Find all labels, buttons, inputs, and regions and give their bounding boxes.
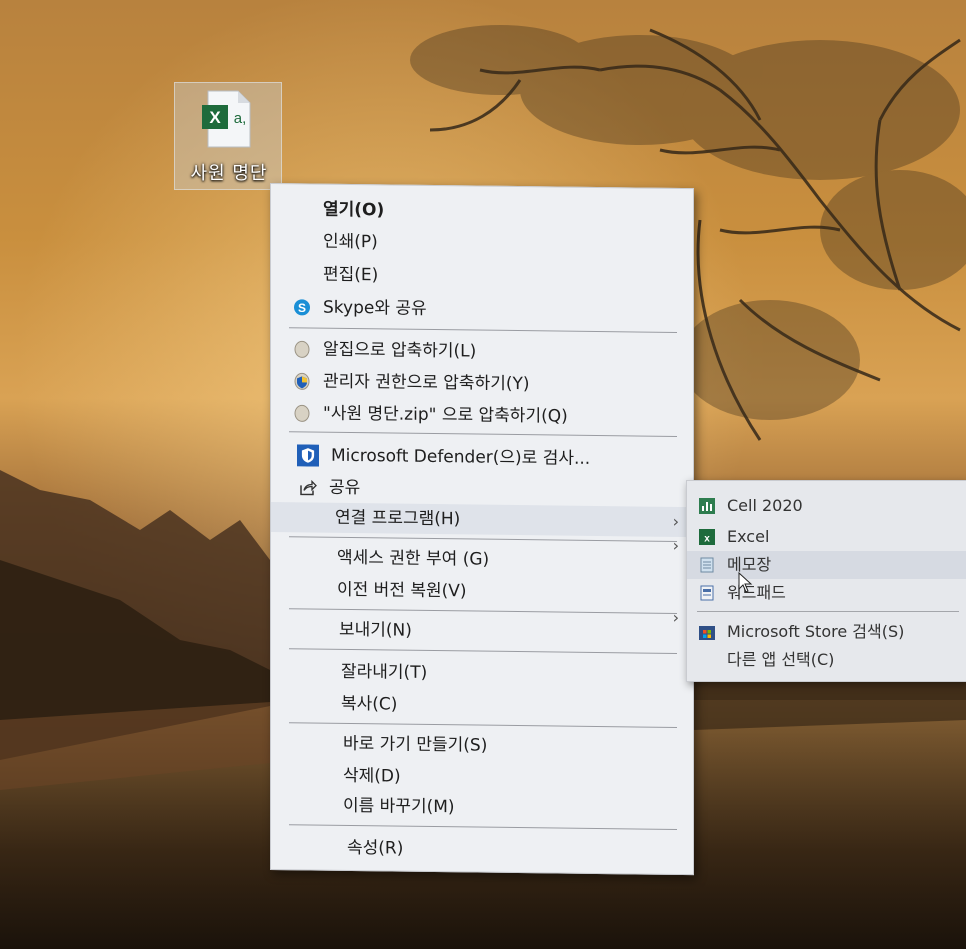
alzip-icon (294, 340, 310, 358)
menu-item-label: 알집으로 압축하기(L) (323, 339, 477, 362)
chevron-right-icon: › (672, 607, 679, 627)
skype-icon: S (294, 299, 310, 316)
menu-item-label: 이전 버전 복원(V) (337, 579, 467, 602)
menu-item-properties[interactable]: 속성(R) (271, 832, 693, 867)
desktop-file-label: 사원 명단 (190, 163, 268, 184)
menu-item-restore-versions[interactable]: 이전 버전 복원(V) (271, 574, 693, 609)
menu-separator (289, 536, 677, 542)
submenu-item-notepad[interactable]: 메모장 (687, 551, 966, 579)
menu-item-defender-scan[interactable]: Microsoft Defender(으)로 검사... (271, 440, 693, 475)
menu-item-label: 편집(E) (323, 264, 379, 286)
chevron-right-icon: › (672, 535, 679, 555)
menu-item-label: 삭제(D) (343, 765, 401, 787)
alzip-icon (294, 404, 310, 422)
svg-text:x: x (704, 534, 710, 545)
menu-separator (289, 648, 677, 654)
menu-item-give-access[interactable]: 액세스 권한 부여 (G) › (271, 536, 693, 577)
submenu-item-label: 다른 앱 선택(C) (727, 650, 835, 669)
menu-item-zip-compress[interactable]: "사원 명단.zip" 으로 압축하기(Q) (271, 398, 693, 433)
menu-item-open-with[interactable]: 연결 프로그램(H) › (271, 502, 693, 538)
submenu-item-cell[interactable]: Cell 2020 (687, 492, 966, 520)
share-icon (300, 479, 317, 496)
menu-separator (289, 722, 677, 728)
menu-item-copy[interactable]: 복사(C) (271, 688, 693, 723)
menu-item-label: 이름 바꾸기(M) (343, 795, 455, 818)
menu-item-label: "사원 명단.zip" 으로 압축하기(Q) (323, 403, 568, 427)
menu-separator (289, 608, 677, 614)
store-icon (699, 626, 715, 640)
defender-icon (297, 444, 319, 467)
menu-separator (289, 327, 677, 333)
open-with-submenu: Cell 2020 x Excel 메모장 워드패드 Microsoft Sto… (686, 480, 966, 682)
submenu-item-label: Cell 2020 (727, 496, 803, 515)
menu-item-open[interactable]: 열기(O) (271, 194, 693, 229)
submenu-item-excel[interactable]: x Excel (687, 523, 966, 551)
menu-item-label: 공유 (329, 477, 361, 499)
submenu-item-label: Microsoft Store 검색(S) (727, 622, 905, 641)
submenu-item-label: Excel (727, 527, 770, 546)
menu-separator (289, 824, 677, 830)
wordpad-icon (700, 585, 714, 601)
admin-shield-icon (294, 372, 310, 390)
menu-item-label: 속성(R) (347, 837, 404, 859)
menu-item-label: 잘라내기(T) (341, 661, 428, 683)
menu-item-alzip-compress[interactable]: 알집으로 압축하기(L) (271, 334, 693, 369)
excel-icon: x (699, 529, 715, 545)
menu-item-label: 액세스 권한 부여 (G) (337, 547, 490, 570)
excel-x-glyph: X (209, 108, 221, 127)
menu-item-label: 연결 프로그램(H) (335, 507, 461, 530)
submenu-item-wordpad[interactable]: 워드패드 (687, 579, 966, 607)
menu-item-edit[interactable]: 편집(E) (271, 259, 693, 294)
menu-item-skype-share[interactable]: S Skype와 공유 (271, 292, 693, 327)
menu-item-admin-compress[interactable]: 관리자 권한으로 압축하기(Y) (271, 366, 693, 401)
submenu-item-store-search[interactable]: Microsoft Store 검색(S) (687, 618, 966, 646)
menu-item-label: 바로 가기 만들기(S) (343, 733, 488, 756)
menu-item-send-to[interactable]: 보내기(N) › (271, 608, 693, 649)
menu-item-label: 인쇄(P) (323, 231, 378, 253)
menu-item-print[interactable]: 인쇄(P) (271, 226, 693, 261)
excel-a-glyph: a, (234, 110, 247, 127)
notepad-icon (700, 557, 714, 573)
menu-item-create-shortcut[interactable]: 바로 가기 만들기(S) (271, 728, 693, 763)
context-menu: 열기(O) 인쇄(P) 편집(E) S Skype와 공유 알집으로 압축하기(… (270, 183, 694, 876)
menu-item-label: 관리자 권한으로 압축하기(Y) (323, 371, 530, 395)
svg-text:S: S (298, 301, 306, 315)
mouse-cursor-icon (738, 572, 753, 593)
menu-item-cut[interactable]: 잘라내기(T) (271, 656, 693, 691)
cell-icon (699, 498, 715, 514)
submenu-item-choose-app[interactable]: 다른 앱 선택(C) (687, 646, 966, 674)
submenu-item-label: 워드패드 (727, 583, 786, 602)
menu-item-rename[interactable]: 이름 바꾸기(M) (271, 790, 693, 825)
menu-item-label: Microsoft Defender(으)로 검사... (331, 445, 591, 469)
menu-item-label: 보내기(N) (339, 619, 412, 641)
desktop-file-icon[interactable]: X a, 사원 명단 (174, 82, 282, 190)
excel-file-icon: X a, (202, 90, 251, 148)
menu-item-label: 열기(O) (323, 199, 385, 221)
submenu-separator (697, 611, 959, 612)
menu-item-label: Skype와 공유 (323, 297, 427, 319)
menu-item-label: 복사(C) (341, 693, 398, 715)
